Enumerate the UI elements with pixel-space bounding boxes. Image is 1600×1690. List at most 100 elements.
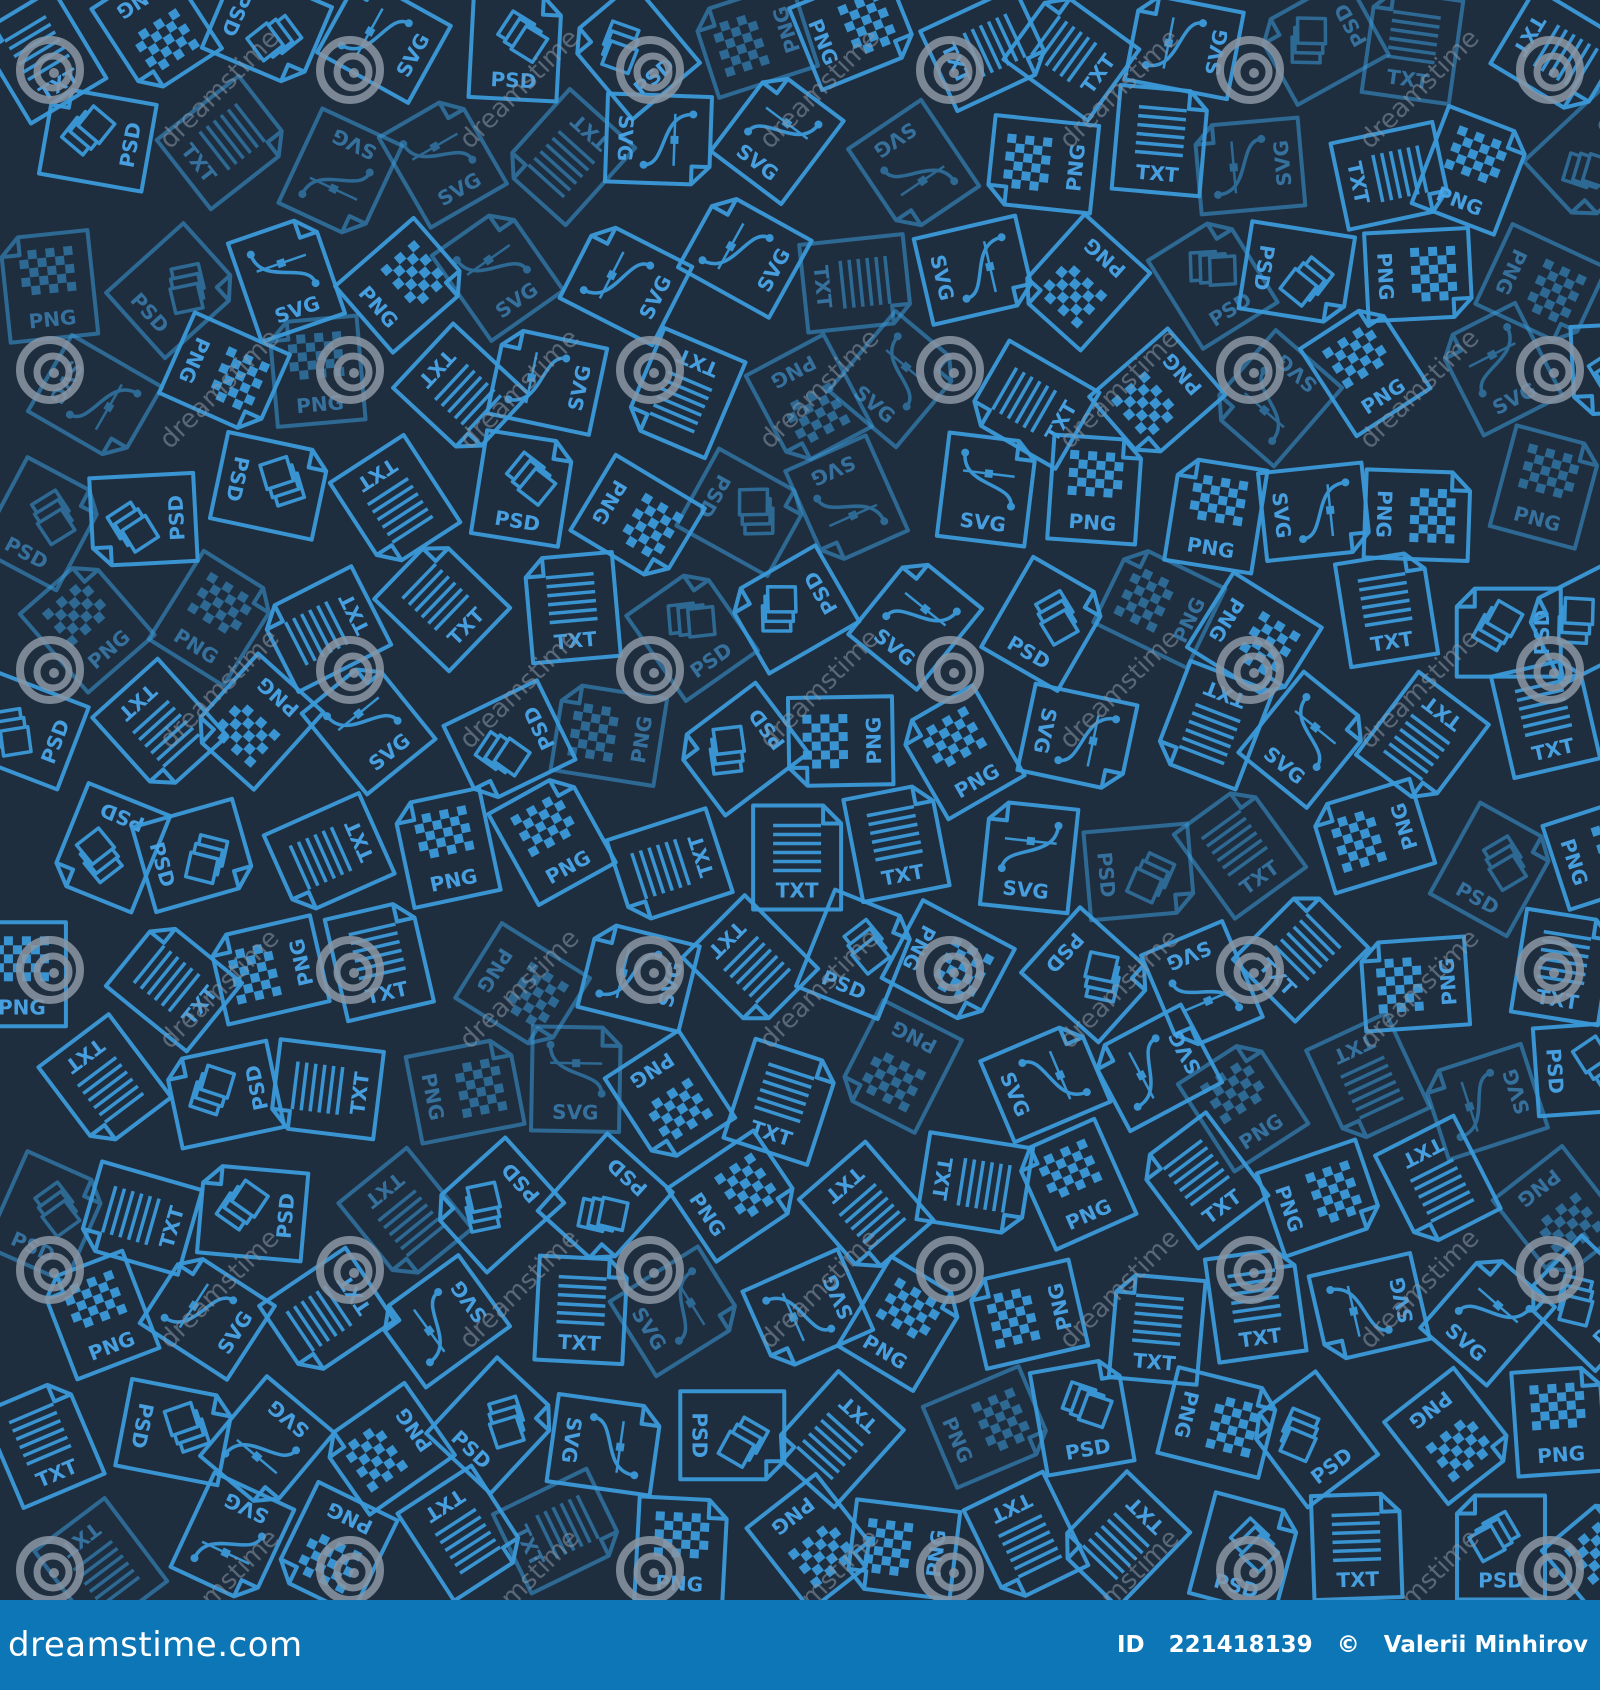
file-png-icon: PNG bbox=[327, 1380, 457, 1517]
svg-text:PNG: PNG bbox=[950, 758, 1003, 803]
svg-text:TXT: TXT bbox=[1529, 733, 1576, 766]
svg-text:SVG: SVG bbox=[1441, 1318, 1492, 1366]
svg-text:SVG: SVG bbox=[1269, 139, 1297, 187]
footer-id-label: ID bbox=[1116, 1632, 1145, 1658]
file-txt-icon: TXT bbox=[751, 803, 844, 912]
svg-text:TXT: TXT bbox=[442, 602, 489, 650]
svg-text:PNG: PNG bbox=[1371, 490, 1397, 539]
svg-text:PNG: PNG bbox=[1536, 1441, 1585, 1468]
file-psd-icon: PSD bbox=[624, 573, 760, 703]
svg-text:TXT: TXT bbox=[154, 1203, 189, 1251]
footer-author: Valerii Minhirov bbox=[1383, 1632, 1588, 1658]
file-psd-icon: PSD bbox=[1027, 1359, 1137, 1478]
file-png-icon: PNG bbox=[1155, 1365, 1278, 1480]
svg-text:SVG: SVG bbox=[491, 277, 543, 323]
spiral-icon bbox=[316, 636, 384, 704]
file-png-icon: PNG bbox=[1409, 104, 1527, 237]
svg-text:SVG: SVG bbox=[212, 1307, 257, 1359]
spiral-icon bbox=[916, 936, 984, 1004]
svg-text:SVG: SVG bbox=[1259, 741, 1310, 789]
svg-text:PNG: PNG bbox=[861, 716, 886, 764]
file-png-icon: PNG bbox=[1019, 1116, 1139, 1252]
file-psd-icon: PSD bbox=[1521, 88, 1600, 216]
file-psd-icon: PSD bbox=[129, 796, 254, 915]
svg-text:PSD: PSD bbox=[145, 839, 181, 890]
file-txt-icon: TXT bbox=[778, 1369, 906, 1510]
spiral-icon bbox=[1216, 336, 1284, 404]
file-psd-icon: PSD bbox=[468, 428, 574, 549]
file-txt-icon: TXT bbox=[797, 232, 912, 335]
svg-text:PSD: PSD bbox=[221, 454, 254, 504]
seamless-file-icon-pattern: TXTPNGPSDSVGPSDPSDPNGPNGTXTTXTSVGPSDTXTT… bbox=[0, 0, 1600, 1600]
file-txt-icon: TXT bbox=[1171, 791, 1309, 921]
svg-text:TXT: TXT bbox=[1336, 1567, 1380, 1592]
spiral-icon bbox=[616, 1236, 684, 1304]
svg-text:PNG: PNG bbox=[767, 1492, 819, 1540]
svg-text:PNG: PNG bbox=[1169, 1388, 1204, 1440]
spiral-icon bbox=[316, 336, 384, 404]
svg-text:PNG: PNG bbox=[284, 936, 318, 988]
svg-text:PNG: PNG bbox=[83, 625, 135, 674]
svg-text:PSD: PSD bbox=[1092, 851, 1120, 899]
spiral-icon bbox=[1216, 36, 1284, 104]
svg-text:TXT: TXT bbox=[345, 1070, 374, 1116]
svg-text:PSD: PSD bbox=[1063, 1433, 1112, 1465]
svg-text:PSD: PSD bbox=[1452, 877, 1504, 920]
file-svg-icon: SVG bbox=[846, 97, 982, 228]
stock-footer-bar: dreamstime.com ID 221418139 © Valerii Mi… bbox=[0, 1600, 1600, 1690]
svg-text:TXT: TXT bbox=[352, 453, 401, 497]
svg-text:SVG: SVG bbox=[627, 1303, 672, 1355]
svg-text:TXT: TXT bbox=[114, 679, 162, 726]
svg-text:SVG: SVG bbox=[263, 1395, 314, 1443]
svg-text:TXT: TXT bbox=[1342, 159, 1374, 206]
file-psd-icon: PSD bbox=[1530, 1020, 1600, 1119]
svg-text:SVG: SVG bbox=[364, 728, 415, 776]
file-psd-icon: PSD bbox=[1427, 800, 1551, 939]
footer-meta: ID 221418139 © Valerii Minhirov bbox=[1117, 1632, 1588, 1658]
file-png-icon: PNG bbox=[1509, 1365, 1600, 1479]
file-png-icon: PNG bbox=[835, 1254, 960, 1393]
svg-text:SVG: SVG bbox=[391, 29, 434, 81]
file-png-icon: PNG bbox=[1487, 423, 1600, 551]
file-txt-icon: TXT bbox=[721, 1036, 836, 1167]
spiral-icon bbox=[916, 336, 984, 404]
svg-text:TXT: TXT bbox=[413, 345, 460, 393]
file-psd-icon: PSD bbox=[979, 554, 1103, 693]
svg-text:PNG: PNG bbox=[169, 623, 222, 669]
svg-text:PNG: PNG bbox=[1404, 1386, 1456, 1434]
svg-text:TXT: TXT bbox=[360, 1167, 409, 1213]
svg-text:PNG: PNG bbox=[626, 714, 657, 765]
file-svg-icon: SVG bbox=[557, 225, 695, 348]
file-png-icon: PNG bbox=[1540, 791, 1600, 912]
file-png-icon: PNG bbox=[1045, 432, 1144, 547]
file-png-icon: PNG bbox=[1313, 776, 1438, 896]
file-txt-icon: TXT bbox=[372, 546, 513, 674]
file-txt-icon: TXT bbox=[1508, 906, 1600, 1028]
svg-text:SVG: SVG bbox=[613, 115, 639, 162]
file-psd-icon: PSD bbox=[104, 221, 233, 361]
svg-text:PSD: PSD bbox=[115, 120, 147, 169]
footer-id-number: 221418139 bbox=[1168, 1632, 1313, 1658]
svg-text:PSD: PSD bbox=[687, 1412, 711, 1458]
svg-text:TXT: TXT bbox=[809, 264, 837, 309]
svg-text:TXT: TXT bbox=[880, 859, 927, 891]
spiral-icon bbox=[316, 1236, 384, 1304]
svg-text:SVG: SVG bbox=[925, 252, 959, 303]
svg-text:PNG: PNG bbox=[1511, 501, 1563, 537]
spiral-icon bbox=[616, 936, 684, 1004]
file-txt-icon: TXT bbox=[1373, 1113, 1503, 1243]
svg-text:PNG: PNG bbox=[1234, 1108, 1287, 1154]
svg-text:PSD: PSD bbox=[1003, 631, 1055, 675]
svg-text:PNG: PNG bbox=[587, 476, 632, 529]
spiral-icon bbox=[616, 1536, 684, 1600]
file-txt-icon: TXT bbox=[604, 806, 735, 921]
svg-text:TXT: TXT bbox=[1238, 1323, 1284, 1353]
svg-text:PNG: PNG bbox=[541, 845, 594, 889]
file-svg-icon: SVG bbox=[846, 562, 985, 692]
file-png-icon: PNG bbox=[1382, 1365, 1509, 1506]
svg-text:PNG: PNG bbox=[684, 1188, 731, 1241]
file-png-icon: PNG bbox=[602, 1028, 738, 1158]
file-png-icon: PNG bbox=[1362, 226, 1474, 324]
file-txt-icon: TXT bbox=[36, 1012, 174, 1142]
svg-text:PSD: PSD bbox=[163, 494, 189, 541]
